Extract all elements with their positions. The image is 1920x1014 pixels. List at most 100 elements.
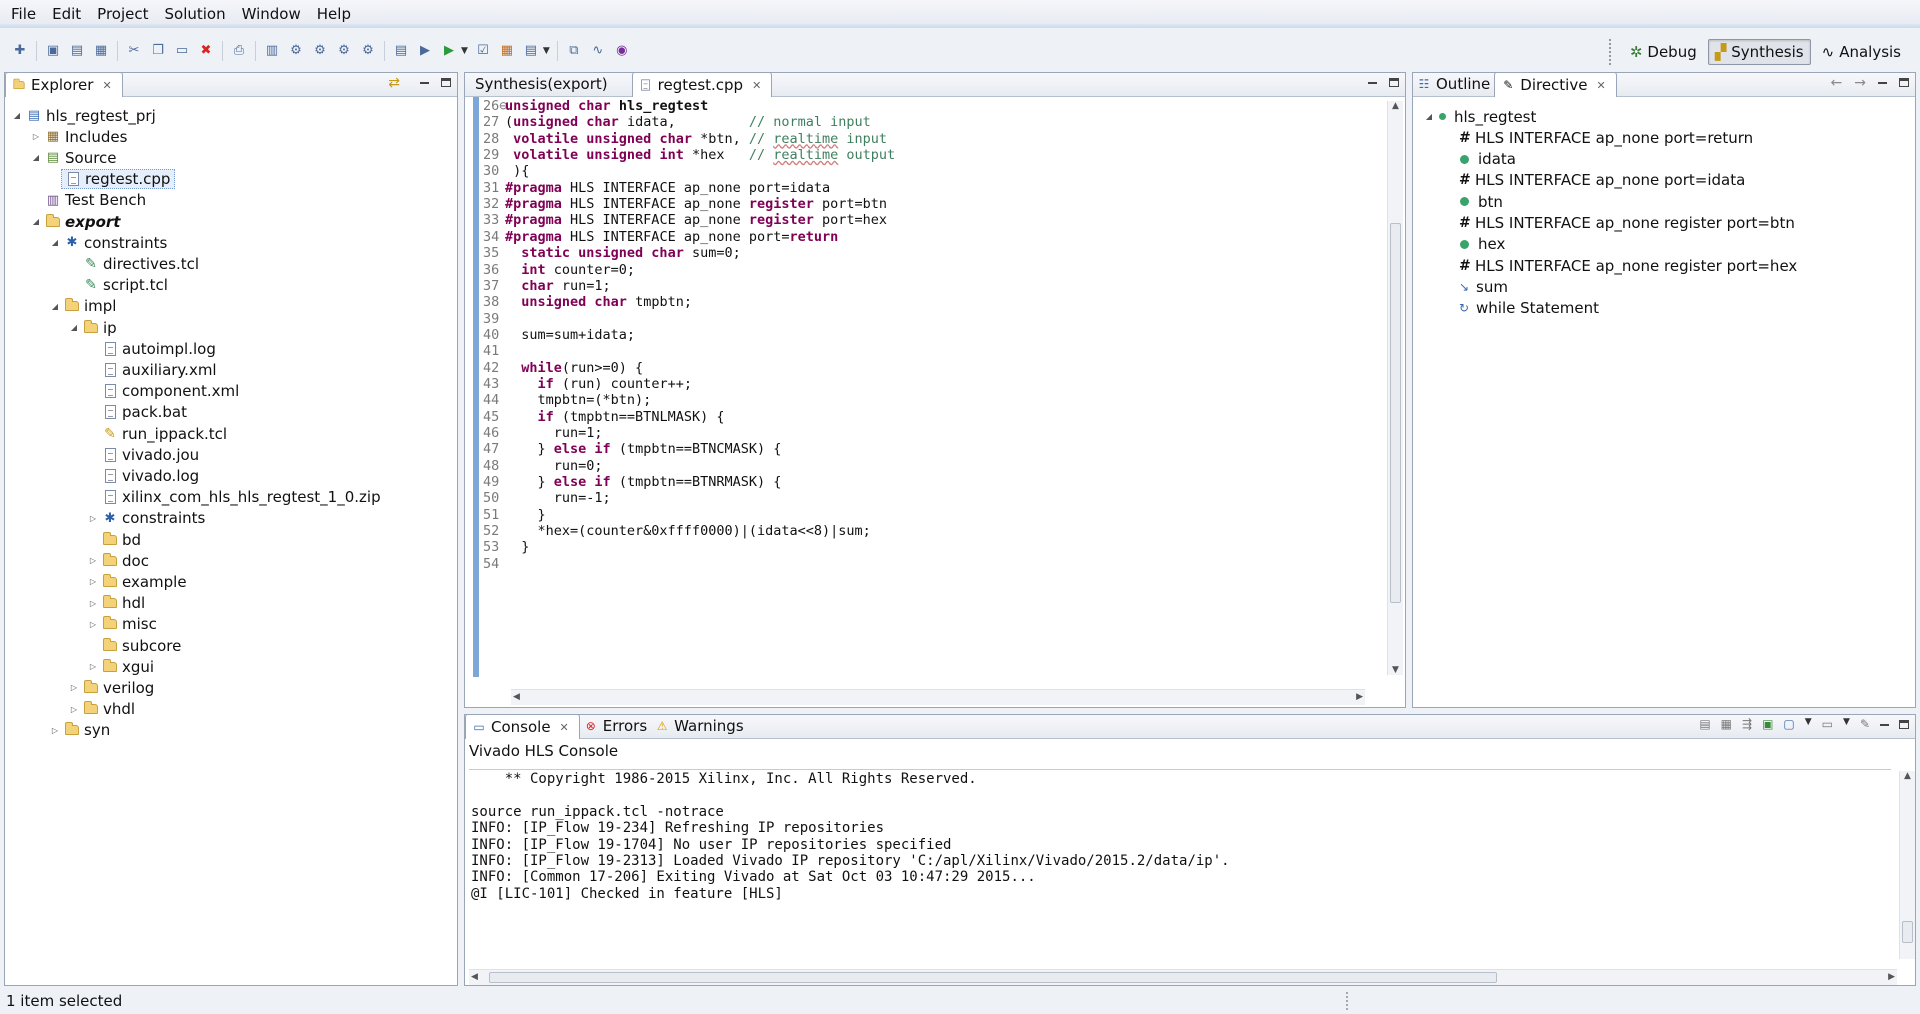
collapse-arrow-icon[interactable]: ◢ [68,323,80,332]
tree-script-tcl[interactable]: ✎ script.tcl [68,275,168,296]
save-as-icon[interactable]: ▤ [69,43,85,59]
maximize-icon[interactable] [1899,720,1909,729]
directive-item[interactable]: ↘ sum [1457,276,1508,297]
console-vertical-scrollbar[interactable]: ▲ [1899,771,1915,959]
console-hscroll-thumb[interactable] [489,972,1497,983]
collapse-arrow-icon[interactable]: ◢ [11,111,23,120]
export-rtl-icon[interactable]: ▦ [499,43,515,59]
console-horizontal-scrollbar[interactable]: ◀ ▶ [469,969,1897,985]
save-all-icon[interactable]: ▦ [93,43,109,59]
directive-item[interactable]: # HLS INTERFACE ap_none register port=hex [1457,255,1797,276]
tree-file[interactable]: auxiliary.xml [87,359,217,380]
menu-solution[interactable]: Solution [157,0,234,28]
expand-arrow-icon[interactable]: ▷ [68,683,80,692]
expand-arrow-icon[interactable]: ▷ [87,577,99,586]
close-icon[interactable]: ✕ [1596,79,1605,92]
menu-window[interactable]: Window [234,0,309,28]
tree-file[interactable]: vivado.jou [87,444,199,465]
outline-root[interactable]: ◢ hls_regtest [1423,106,1536,127]
tree-folder[interactable]: subcore [87,635,181,656]
collapse-arrow-icon[interactable]: ◢ [1423,112,1435,121]
directive-item[interactable]: # HLS INTERFACE ap_none port=idata [1457,170,1745,191]
expand-arrow-icon[interactable]: ▷ [87,620,99,629]
tree-folder[interactable]: ▷ verilog [68,677,154,698]
maximize-icon[interactable] [1899,78,1909,87]
tree-test-bench[interactable]: ▥ Test Bench [30,190,146,211]
perspective-grip[interactable] [1608,39,1611,65]
tree-constraints[interactable]: ◢ ✱ constraints [49,232,167,253]
tree-file[interactable]: component.xml [87,381,239,402]
tab-regtest-cpp[interactable]: regtest.cpp ✕ [631,72,773,97]
collapse-arrow-icon[interactable]: ◢ [30,153,42,162]
tab-warnings[interactable]: ⚠ Warnings [651,714,748,738]
collapse-arrow-icon[interactable]: ◢ [30,217,42,226]
tree-folder[interactable]: ▷ example [87,571,187,592]
tree-ip-constraints[interactable]: ▷ ✱ constraints [87,508,205,529]
compare-reports-icon[interactable]: ⧉ [566,43,582,59]
tab-explorer[interactable]: Explorer ✕ [5,72,123,97]
print-icon[interactable]: ⎙ [231,43,247,59]
tree-impl[interactable]: ◢ impl [49,296,117,317]
scroll-up-icon[interactable]: ▲ [1392,101,1399,111]
editor-vertical-scrollbar[interactable]: ▲ ▼ [1387,101,1403,675]
minimize-icon[interactable] [1368,82,1377,84]
copy-icon[interactable]: ❐ [150,43,166,59]
directive-item[interactable]: btn [1457,191,1503,212]
tree-folder[interactable]: ▷ xgui [87,656,154,677]
tree-directives-tcl[interactable]: ✎ directives.tcl [68,253,199,274]
directive-item[interactable]: # HLS INTERFACE ap_none port=return [1457,127,1753,148]
tab-console[interactable]: ▭ Console ✕ [465,714,580,739]
edit-icon[interactable]: ✎ [1860,717,1870,731]
scroll-right-icon[interactable]: ▶ [1888,972,1895,982]
run-dropdown-icon[interactable]: ▼ [461,46,468,56]
tree-regtest-cpp[interactable]: regtest.cpp [49,169,176,190]
tab-outline[interactable]: ☷ Outline [1413,72,1494,96]
scroll-left-icon[interactable]: ◀ [513,692,520,702]
expand-arrow-icon[interactable]: ▷ [68,705,80,714]
c-simulation-icon[interactable]: ▤ [393,43,409,59]
code-editor[interactable]: 26⊖unsigned char hls_regtest 27 (unsigned … [473,97,1375,677]
paste-icon[interactable]: ▭ [174,43,190,59]
expand-arrow-icon[interactable]: ▷ [49,726,61,735]
tree-file[interactable]: vivado.log [87,465,199,486]
expand-arrow-icon[interactable]: ▷ [87,514,99,523]
directive-item[interactable]: idata [1457,149,1516,170]
scroll-lock-icon[interactable]: ▦ [1721,717,1732,731]
expand-arrow-icon[interactable]: ▷ [87,599,99,608]
console-scroll-thumb[interactable] [1902,921,1913,943]
tree-folder[interactable]: ▷ vhdl [68,699,135,720]
open-console-icon[interactable]: ▭ [1822,717,1833,731]
new-solution-icon[interactable]: ▥ [264,43,280,59]
tree-folder[interactable]: ▷ syn [49,720,110,741]
tree-file[interactable]: ✎ run_ippack.tcl [87,423,227,444]
tree-includes[interactable]: ▷ ▦ Includes [30,126,128,147]
menu-edit[interactable]: Edit [44,0,89,28]
pin-console-icon[interactable]: ▣ [1762,717,1773,731]
open-dropdown-icon[interactable]: ▼ [1843,717,1850,731]
selected-item[interactable]: regtest.cpp [61,169,176,190]
link-editor-icon[interactable]: ⇄ [388,75,400,91]
open-report-icon[interactable]: ▤ [523,43,539,59]
tree-export[interactable]: ◢ export [30,211,121,232]
scroll-down-icon[interactable]: ▼ [1392,665,1399,675]
back-arrow-icon[interactable]: ← [1831,75,1843,91]
close-icon[interactable]: ✕ [102,79,111,92]
maximize-icon[interactable] [441,78,451,87]
solution-settings-icon[interactable]: ⚙ [312,43,328,59]
directive-item[interactable]: ↻ while Statement [1457,298,1599,319]
close-icon[interactable]: ✕ [752,79,761,92]
run-icon[interactable]: ▶ [441,43,457,59]
tcl-console-icon[interactable]: ⚙ [360,43,376,59]
collapse-arrow-icon[interactable]: ◢ [49,238,61,247]
perspective-synthesis[interactable]: ▞ Synthesis [1707,39,1811,65]
expand-arrow-icon[interactable]: ▷ [87,662,99,671]
minimize-icon[interactable] [1878,82,1887,84]
tab-errors[interactable]: ⊗ Errors [580,714,651,738]
editor-scroll-thumb[interactable] [1390,223,1401,603]
delete-icon[interactable]: ✖ [198,43,214,59]
close-icon[interactable]: ✕ [560,721,569,734]
directive-item[interactable]: # HLS INTERFACE ap_none register port=btn [1457,213,1795,234]
cut-icon[interactable]: ✂ [126,43,142,59]
cosim-icon[interactable]: ☑ [475,43,491,59]
tree-folder[interactable]: ▷ misc [87,614,157,635]
